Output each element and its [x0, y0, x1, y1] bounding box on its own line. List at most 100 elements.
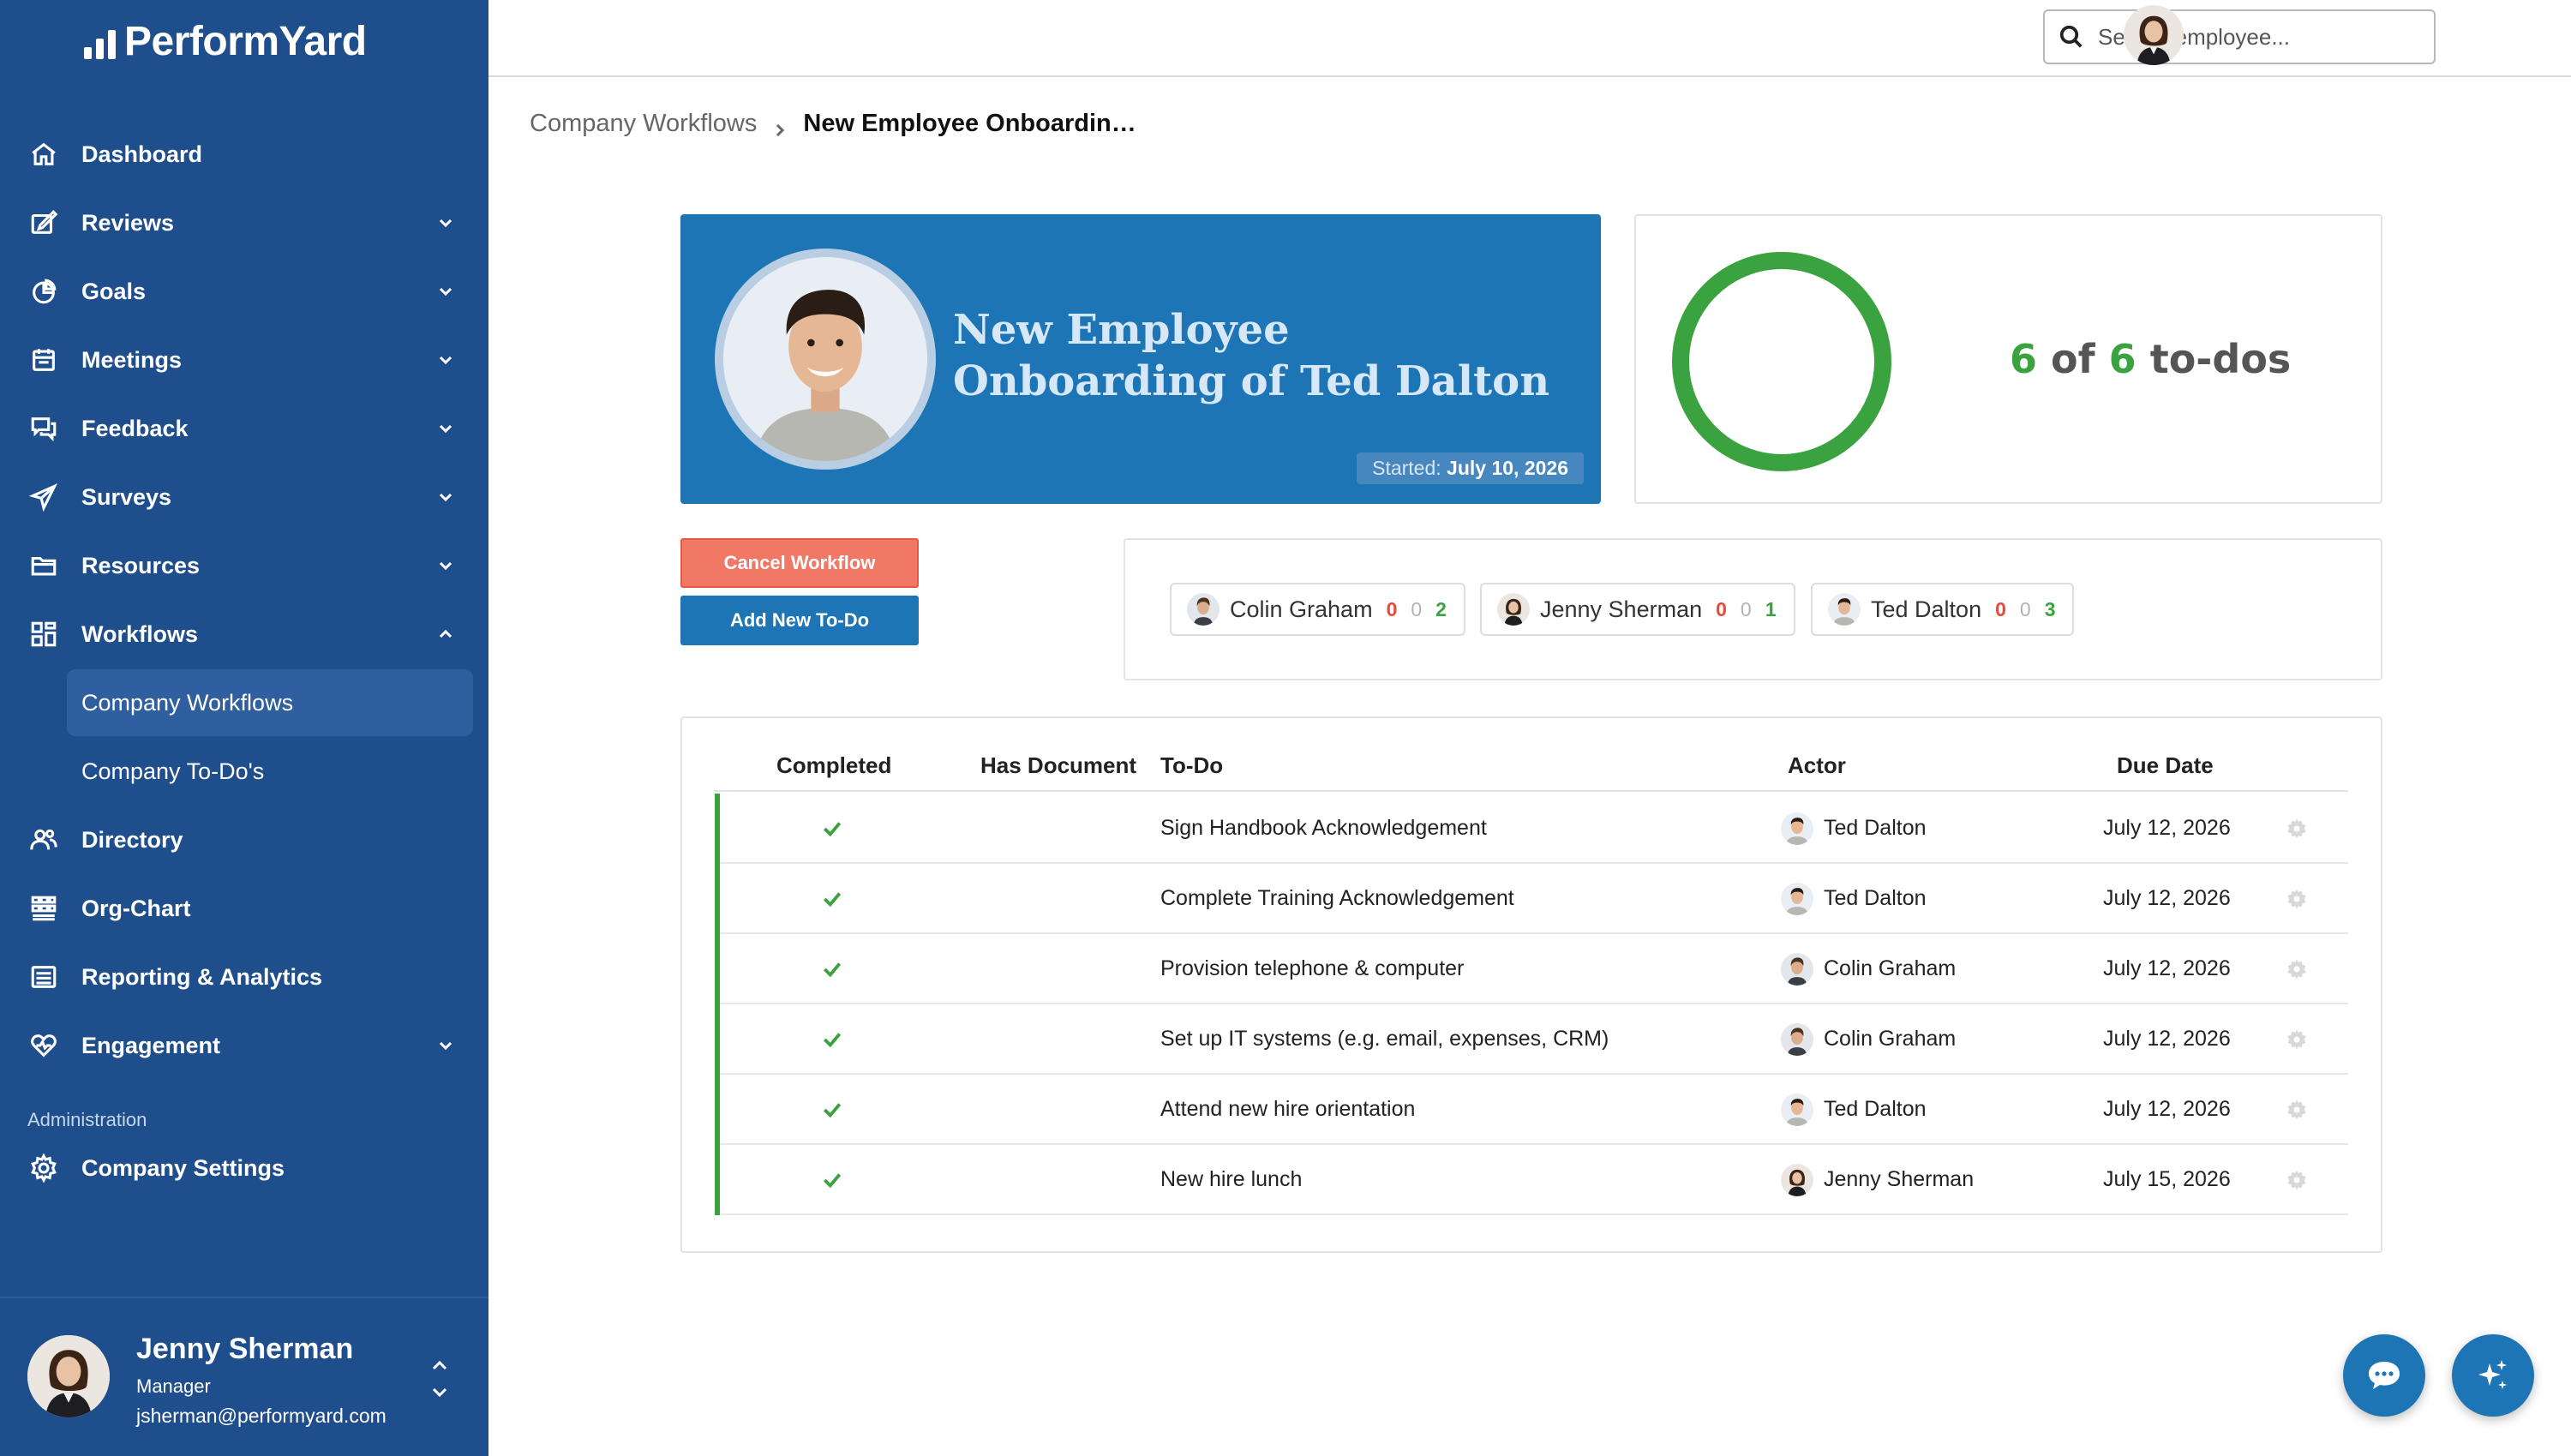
sidebar-item-org-chart[interactable]: Org-Chart [0, 874, 488, 943]
sidebar-item-directory[interactable]: Directory [0, 806, 488, 874]
folder-icon [27, 549, 60, 582]
chevron-down-icon[interactable] [435, 350, 456, 370]
header-todo[interactable]: To-Do [1160, 752, 1223, 779]
todo-title[interactable]: Attend new hire orientation [1160, 1097, 1415, 1122]
todo-actor: Ted Dalton [1824, 1097, 1927, 1121]
brand-logo[interactable]: PerformYard [84, 15, 367, 67]
chevron-up-down-icon[interactable] [428, 1355, 451, 1403]
actor-pending-count: 0 [2019, 597, 2031, 620]
actor-name: Jenny Sherman [1540, 596, 1703, 622]
sidebar-item-label: Company To-Do's [81, 758, 265, 784]
sidebar-item-meetings[interactable]: Meetings [0, 326, 488, 394]
breadcrumb-current: New Employee Onboardin… [803, 110, 1136, 137]
header-has-document[interactable]: Has Document [980, 752, 1136, 779]
table-row[interactable]: Provision telephone & computer Colin Gra… [720, 934, 2348, 1004]
progress-suffix: to-dos [2149, 336, 2292, 382]
todo-due-date: July 12, 2026 [2103, 816, 2231, 840]
todo-actor: Ted Dalton [1824, 816, 1927, 840]
sidebar-item-label: Workflows [81, 620, 199, 647]
report-icon [27, 961, 60, 993]
current-user-panel[interactable]: Jenny Sherman Manager jsherman@performya… [0, 1297, 488, 1456]
progress-ring-arc [1672, 252, 1891, 471]
sidebar-item-reviews[interactable]: Reviews [0, 189, 488, 257]
sidebar-item-engagement[interactable]: Engagement [0, 1011, 488, 1080]
sidebar-item-workflows[interactable]: Workflows [0, 600, 488, 668]
todo-actor: Ted Dalton [1824, 886, 1927, 910]
table-row[interactable]: Attend new hire orientation Ted Dalton J… [720, 1075, 2348, 1145]
sidebar-item-label: Meetings [81, 346, 183, 373]
table-row[interactable]: Set up IT systems (e.g. email, expenses,… [720, 1004, 2348, 1075]
sidebar-item-label: Directory [81, 826, 183, 853]
header-actor[interactable]: Actor [1788, 752, 1846, 779]
header-due-date[interactable]: Due Date [2117, 752, 2214, 779]
chevron-up-icon[interactable] [435, 624, 456, 644]
sidebar-item-dashboard[interactable]: Dashboard [0, 120, 488, 189]
sidebar-nav: Dashboard Reviews Goals Meetings Feedbac… [0, 120, 488, 1080]
user-email: jsherman@performyard.com [136, 1405, 387, 1427]
gear-icon[interactable] [2285, 887, 2309, 911]
sidebar-item-label: Company Workflows [81, 689, 294, 716]
sidebar-subitem-company-workflows[interactable]: Company Workflows [67, 669, 473, 736]
table-row[interactable]: Complete Training Acknowledgement Ted Da… [720, 864, 2348, 934]
chevron-down-icon[interactable] [435, 487, 456, 507]
sidebar-item-goals[interactable]: Goals [0, 257, 488, 326]
workflow-title: New Employee Onboarding of Ted Dalton [953, 306, 1550, 405]
sparkle-icon [2478, 1360, 2507, 1389]
table-row[interactable]: New hire lunch Jenny Sherman July 15, 20… [720, 1145, 2348, 1215]
actor-chip-colin-graham[interactable]: Colin Graham 0 0 2 [1170, 583, 1465, 636]
header-completed[interactable]: Completed [776, 752, 891, 779]
gear-icon[interactable] [2285, 1098, 2309, 1122]
cancel-workflow-button[interactable]: Cancel Workflow [680, 538, 919, 588]
workflow-icon [27, 618, 60, 650]
todo-due-date: July 12, 2026 [2103, 1097, 2231, 1121]
todo-due-date: July 12, 2026 [2103, 886, 2231, 910]
chevron-down-icon[interactable] [435, 555, 456, 576]
todo-title[interactable]: New hire lunch [1160, 1167, 1302, 1192]
breadcrumb-company-workflows[interactable]: Company Workflows [530, 110, 757, 138]
gear-icon[interactable] [2285, 957, 2309, 981]
sidebar-item-label: Engagement [81, 1032, 221, 1058]
sidebar-subitem-company-todos[interactable]: Company To-Do's [0, 737, 488, 806]
sidebar: PerformYard Dashboard Reviews Goals Meet… [0, 0, 488, 1456]
gear-icon[interactable] [2285, 1168, 2309, 1192]
table-row[interactable]: Sign Handbook Acknowledgement Ted Dalton… [720, 794, 2348, 864]
avatar [1781, 953, 1813, 986]
todo-title[interactable]: Provision telephone & computer [1160, 956, 1464, 981]
sidebar-item-resources[interactable]: Resources [0, 531, 488, 600]
chevron-down-icon[interactable] [435, 1035, 456, 1056]
gear-icon[interactable] [2285, 817, 2309, 841]
sidebar-item-surveys[interactable]: Surveys [0, 463, 488, 531]
chevron-down-icon[interactable] [435, 213, 456, 233]
sidebar-item-label: Company Settings [81, 1154, 285, 1181]
todo-title[interactable]: Sign Handbook Acknowledgement [1160, 816, 1487, 841]
sidebar-item-company-settings[interactable]: Company Settings [0, 1134, 488, 1202]
add-todo-button[interactable]: Add New To-Do [680, 596, 919, 645]
actor-chip-jenny-sherman[interactable]: Jenny Sherman 0 0 1 [1480, 583, 1795, 636]
sidebar-item-label: Resources [81, 552, 201, 578]
chevron-down-icon[interactable] [435, 281, 456, 302]
sidebar-item-reporting[interactable]: Reporting & Analytics [0, 943, 488, 1011]
chat-bubble-icon [2369, 1362, 2400, 1389]
sidebar-item-label: Reviews [81, 209, 175, 236]
actors-summary-card: Colin Graham 0 0 2 Jenny Sherman 0 0 1 T… [1124, 538, 2382, 680]
chevron-down-icon[interactable] [435, 418, 456, 439]
employee-search[interactable] [2043, 9, 2436, 64]
avatar[interactable] [2124, 5, 2184, 65]
avatar [1781, 1164, 1813, 1196]
todo-title[interactable]: Set up IT systems (e.g. email, expenses,… [1160, 1027, 1609, 1052]
home-icon [27, 138, 60, 171]
check-icon [821, 1099, 843, 1121]
todo-due-date: July 12, 2026 [2103, 1027, 2231, 1051]
sidebar-item-label: Surveys [81, 483, 172, 510]
actor-chip-ted-dalton[interactable]: Ted Dalton 0 0 3 [1811, 583, 2075, 636]
actor-done-count: 3 [2044, 597, 2056, 620]
table-body: Sign Handbook Acknowledgement Ted Dalton… [715, 794, 2348, 1215]
progress-summary: 6 of 6 to-dos [2010, 336, 2291, 382]
brand-name: PerformYard [124, 18, 367, 64]
avatar [1781, 1023, 1813, 1056]
chat-button[interactable] [2343, 1334, 2425, 1417]
sidebar-item-feedback[interactable]: Feedback [0, 394, 488, 463]
ai-assistant-button[interactable] [2452, 1334, 2534, 1417]
gear-icon[interactable] [2285, 1028, 2309, 1052]
todo-title[interactable]: Complete Training Acknowledgement [1160, 886, 1514, 911]
